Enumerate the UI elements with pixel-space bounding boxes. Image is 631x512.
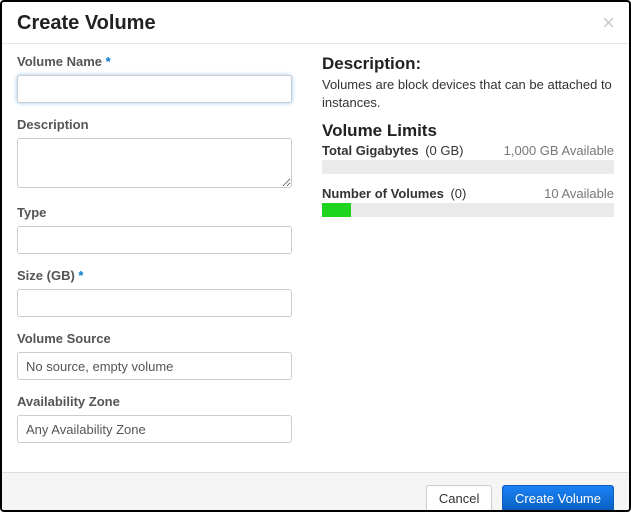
create-volume-modal: Create Volume × Volume Name * Descriptio… <box>0 0 631 512</box>
form-column: Volume Name * Description Type Size (GB)… <box>17 54 292 457</box>
volume-name-input[interactable] <box>17 75 292 103</box>
close-icon[interactable]: × <box>602 12 615 34</box>
modal-footer: Cancel Create Volume <box>2 472 629 512</box>
modal-header: Create Volume × <box>2 2 629 44</box>
limit-vol-progress-bar <box>322 203 351 217</box>
info-column: Description: Volumes are block devices t… <box>322 54 614 457</box>
create-volume-button[interactable]: Create Volume <box>502 485 614 512</box>
cancel-button[interactable]: Cancel <box>426 485 492 512</box>
size-label: Size (GB) * <box>17 268 292 283</box>
volume-limits-heading: Volume Limits <box>322 121 614 141</box>
description-text: Volumes are block devices that can be at… <box>322 76 614 111</box>
limit-vol-label: Number of Volumes <box>322 186 444 201</box>
volume-source-value: No source, empty volume <box>26 359 173 374</box>
field-size: Size (GB) * <box>17 268 292 317</box>
limit-gb-available: 1,000 GB Available <box>504 143 614 158</box>
modal-body: Volume Name * Description Type Size (GB)… <box>2 44 629 472</box>
size-input[interactable] <box>17 289 292 317</box>
field-volume-source: Volume Source No source, empty volume <box>17 331 292 380</box>
volume-name-label: Volume Name * <box>17 54 292 69</box>
availability-zone-value: Any Availability Zone <box>26 422 146 437</box>
limit-gb-progress <box>322 160 614 174</box>
limit-vol-current: (0) <box>450 186 466 201</box>
limit-gb-current: (0 GB) <box>425 143 463 158</box>
type-input[interactable] <box>17 226 292 254</box>
field-description: Description <box>17 117 292 191</box>
volume-source-select[interactable]: No source, empty volume <box>17 352 292 380</box>
description-input[interactable] <box>17 138 292 188</box>
limit-gigabytes-row: Total Gigabytes (0 GB) 1,000 GB Availabl… <box>322 143 614 158</box>
availability-zone-label: Availability Zone <box>17 394 292 409</box>
limit-gb-label: Total Gigabytes <box>322 143 419 158</box>
field-availability-zone: Availability Zone Any Availability Zone <box>17 394 292 443</box>
limit-volumes-row: Number of Volumes (0) 10 Available <box>322 186 614 201</box>
modal-title: Create Volume <box>17 12 614 35</box>
volume-source-label: Volume Source <box>17 331 292 346</box>
availability-zone-select[interactable]: Any Availability Zone <box>17 415 292 443</box>
description-heading: Description: <box>322 54 614 74</box>
limit-vol-available: 10 Available <box>544 186 614 201</box>
description-label: Description <box>17 117 292 132</box>
field-type: Type <box>17 205 292 254</box>
field-volume-name: Volume Name * <box>17 54 292 103</box>
type-label: Type <box>17 205 292 220</box>
limit-vol-progress <box>322 203 614 217</box>
